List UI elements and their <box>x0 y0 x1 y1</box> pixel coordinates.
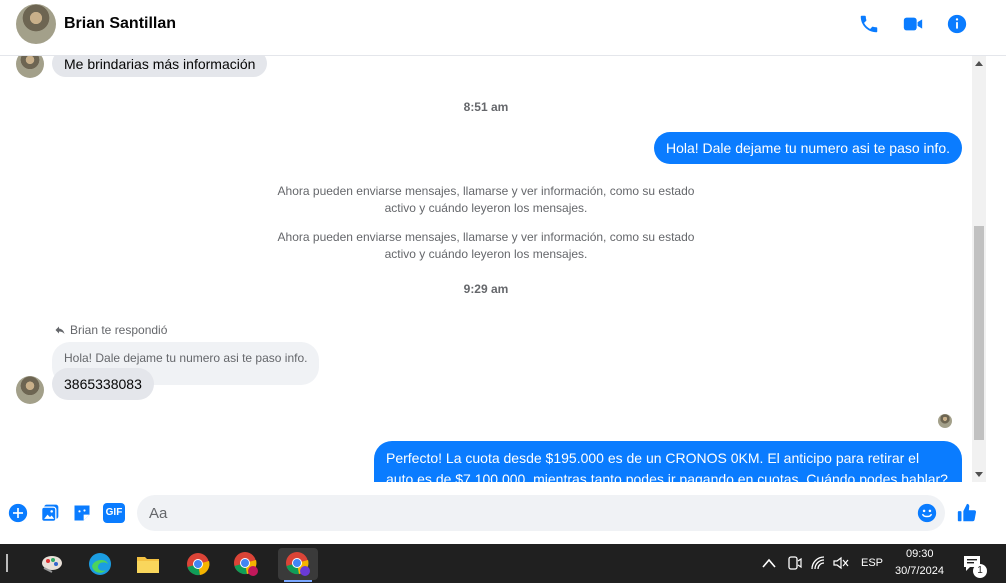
system-notice: Ahora pueden enviarse mensajes, llamarse… <box>277 230 695 261</box>
edge-browser-icon[interactable] <box>84 548 116 580</box>
message-input-wrapper[interactable] <box>137 495 945 531</box>
reply-label: Brian te respondió <box>70 323 168 337</box>
sticker-icon[interactable] <box>72 503 92 523</box>
paint-app-icon[interactable] <box>36 548 68 580</box>
clock-date[interactable]: 30/7/2024 <box>895 565 944 577</box>
active-app-indicator <box>284 580 312 582</box>
conversation-header: Brian Santillan <box>0 0 1006 56</box>
chrome-profile-active-icon[interactable] <box>278 548 318 580</box>
task-view-icon[interactable] <box>0 554 8 572</box>
reply-arrow-icon <box>55 326 65 334</box>
windows-taskbar: ESP 09:30 30/7/2024 1 <box>0 544 1006 583</box>
reply-indicator: Brian te respondió <box>54 323 167 337</box>
emoji-icon[interactable] <box>917 503 937 523</box>
chat-scrollbar[interactable] <box>972 56 986 482</box>
outgoing-message[interactable]: Perfecto! La cuota desde $195.000 es de … <box>374 441 962 482</box>
outgoing-message[interactable]: Hola! Dale dejame tu numero asi te paso … <box>653 132 962 164</box>
chrome-browser-icon[interactable] <box>182 548 214 580</box>
input-language[interactable]: ESP <box>861 557 883 569</box>
volume-muted-icon[interactable] <box>832 555 850 571</box>
meet-now-icon[interactable] <box>786 555 802 571</box>
contact-avatar[interactable] <box>16 4 56 44</box>
info-icon[interactable] <box>946 13 968 35</box>
contact-avatar-small[interactable] <box>16 376 44 404</box>
plus-icon[interactable] <box>8 503 28 523</box>
clock-time[interactable]: 09:30 <box>906 548 934 560</box>
scroll-down-arrow[interactable] <box>975 472 983 477</box>
phone-call-icon[interactable] <box>858 13 880 35</box>
system-notice: Ahora pueden enviarse mensajes, llamarse… <box>277 184 695 215</box>
notification-count-badge: 1 <box>973 564 987 578</box>
contact-avatar-small[interactable] <box>16 56 44 78</box>
chrome-profile-icon[interactable] <box>230 548 262 580</box>
message-composer: GIF <box>0 482 1006 544</box>
timestamp: 8:51 am <box>463 100 509 114</box>
gif-button[interactable]: GIF <box>103 503 125 523</box>
timestamp: 9:29 am <box>463 282 509 296</box>
thumbs-up-icon[interactable] <box>956 502 978 524</box>
wifi-icon[interactable] <box>810 555 826 571</box>
contact-name[interactable]: Brian Santillan <box>64 15 176 33</box>
message-thread[interactable]: Me brindarias más información 8:51 am Ho… <box>0 56 972 482</box>
file-explorer-icon[interactable] <box>132 548 164 580</box>
incoming-message[interactable]: 3865338083 <box>52 368 154 400</box>
seen-avatar <box>938 414 952 428</box>
scroll-up-arrow[interactable] <box>975 61 983 66</box>
message-input[interactable] <box>149 495 909 531</box>
chevron-up-icon[interactable] <box>762 557 776 569</box>
incoming-message[interactable]: Me brindarias más información <box>52 56 268 77</box>
photo-gallery-icon[interactable] <box>40 503 60 523</box>
video-call-icon[interactable] <box>902 13 924 35</box>
scroll-thumb[interactable] <box>974 226 984 440</box>
